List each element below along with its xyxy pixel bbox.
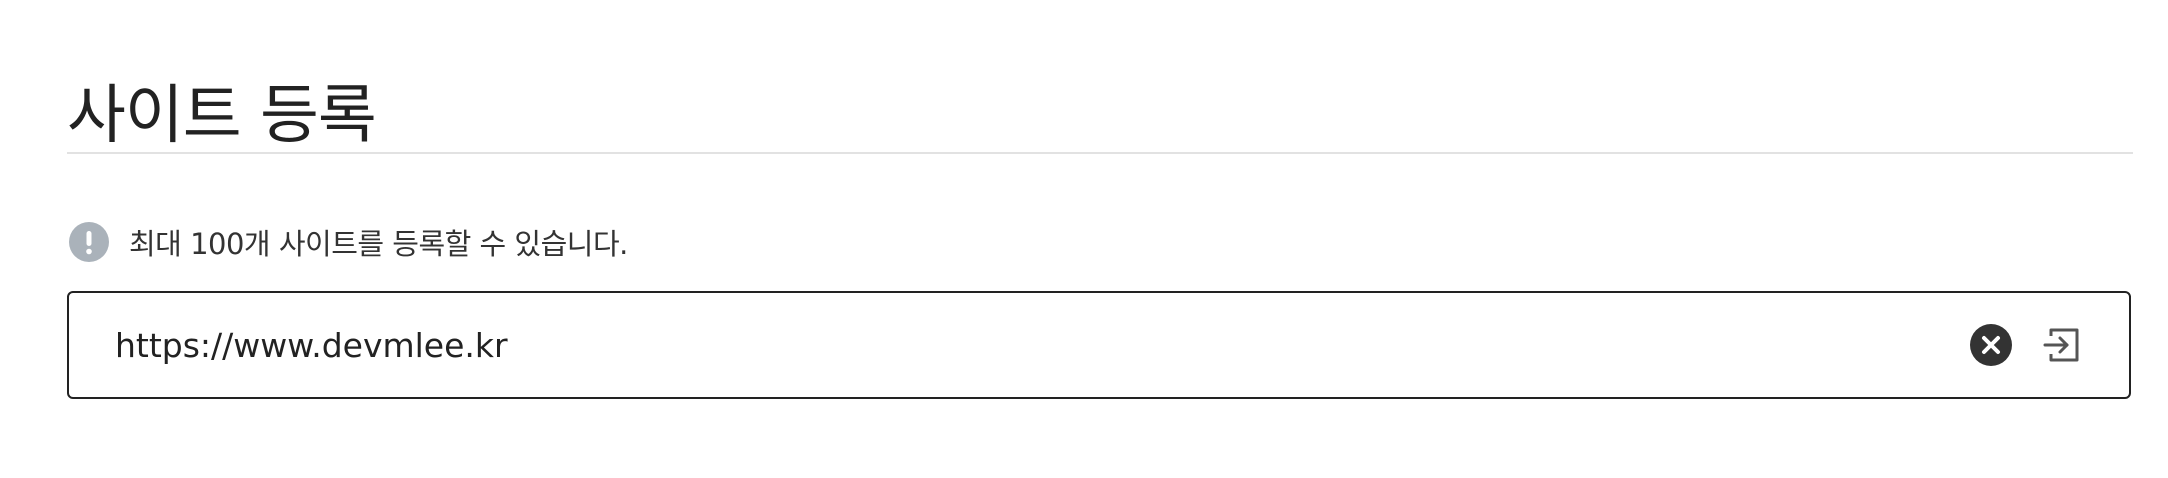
enter-arrow-icon: [2043, 328, 2079, 362]
site-url-field[interactable]: [67, 291, 2131, 399]
site-registration-panel: 사이트 등록 최대 100개 사이트를 등록할 수 있습니다.: [67, 0, 2133, 478]
clear-input-button[interactable]: [1967, 321, 2015, 369]
notice-text: 최대 100개 사이트를 등록할 수 있습니다.: [129, 227, 628, 261]
page-title: 사이트 등록: [67, 78, 377, 153]
title-divider: [67, 152, 2133, 154]
site-url-input[interactable]: [115, 315, 1967, 375]
close-circle-icon: [1970, 324, 2012, 366]
submit-url-button[interactable]: [2037, 321, 2085, 369]
exclamation-circle-icon: [69, 222, 109, 262]
notice-message: 최대 100개 사이트를 등록할 수 있습니다.: [69, 222, 628, 262]
